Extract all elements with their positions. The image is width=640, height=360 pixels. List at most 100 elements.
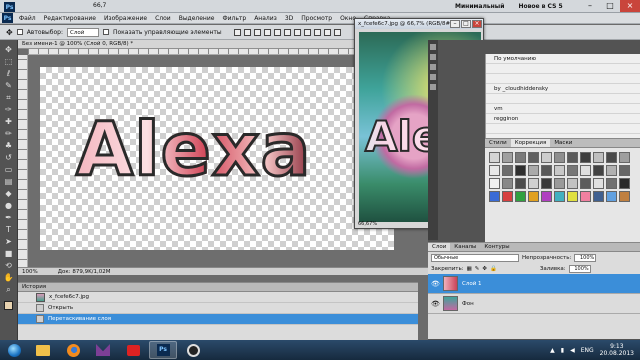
tab-adjustments[interactable]: Коррекция — [510, 139, 551, 147]
style-swatch[interactable] — [567, 191, 578, 202]
style-swatch[interactable] — [554, 191, 565, 202]
distribute-top-icon[interactable] — [293, 28, 301, 36]
stamp-tool-icon[interactable]: ♣ — [3, 141, 15, 151]
align-bottom-icon[interactable] — [253, 28, 261, 36]
style-swatch[interactable] — [554, 178, 565, 189]
style-swatch[interactable] — [528, 152, 539, 163]
move-tool-icon[interactable]: ✥ — [3, 45, 15, 55]
panel-icon-history[interactable] — [430, 44, 436, 50]
preset-row[interactable]: По умолчанию — [486, 54, 640, 64]
show-controls-checkbox[interactable] — [102, 29, 109, 35]
style-swatch[interactable] — [528, 178, 539, 189]
preset-row[interactable]: regginon — [486, 114, 640, 124]
style-swatch[interactable] — [606, 191, 617, 202]
tray-arrow-icon[interactable]: ▲ — [550, 347, 555, 354]
style-swatch[interactable] — [619, 165, 630, 176]
align-left-icon[interactable] — [263, 28, 271, 36]
language-indicator[interactable]: ENG — [581, 347, 594, 354]
panel-icon-paragraph[interactable] — [430, 84, 436, 90]
blend-mode-dropdown[interactable]: Обычные — [431, 253, 519, 262]
style-swatch[interactable] — [593, 152, 604, 163]
workspace-new-cs5[interactable]: Новое в CS 5 — [518, 3, 562, 10]
style-swatch[interactable] — [541, 165, 552, 176]
style-swatch[interactable] — [567, 152, 578, 163]
style-swatch[interactable] — [541, 178, 552, 189]
canvas-text-layer[interactable]: Alexa — [75, 106, 312, 195]
style-swatch[interactable] — [528, 191, 539, 202]
style-swatch[interactable] — [502, 165, 513, 176]
visibility-eye-icon[interactable]: 👁 — [431, 300, 440, 308]
preset-row[interactable] — [486, 124, 640, 134]
style-swatch[interactable] — [489, 165, 500, 176]
lock-position-icon[interactable]: ✥ — [482, 266, 487, 272]
network-icon[interactable]: ▮ — [561, 347, 564, 354]
preset-row[interactable] — [486, 64, 640, 74]
style-swatch[interactable] — [619, 191, 630, 202]
preset-row[interactable]: by _cloudhiddensky — [486, 84, 640, 94]
start-button[interactable] — [0, 340, 28, 360]
style-swatch[interactable] — [593, 165, 604, 176]
distribute-left-icon[interactable] — [323, 28, 331, 36]
dodge-tool-icon[interactable]: ● — [3, 201, 15, 211]
close-button[interactable]: × — [620, 0, 640, 12]
float-maximize-button[interactable]: □ — [461, 20, 471, 28]
align-center-icon[interactable] — [273, 28, 281, 36]
zoom-level[interactable]: 66,7 — [93, 2, 106, 9]
marquee-tool-icon[interactable]: ⬚ — [3, 57, 15, 67]
style-swatch[interactable] — [489, 178, 500, 189]
menu-image[interactable]: Изображение — [100, 15, 151, 22]
healing-tool-icon[interactable]: ✚ — [3, 117, 15, 127]
style-swatch[interactable] — [606, 178, 617, 189]
status-zoom[interactable]: 100% — [22, 268, 38, 275]
pen-tool-icon[interactable]: ✒ — [3, 213, 15, 223]
foreground-color-swatch[interactable] — [4, 301, 13, 310]
tab-channels[interactable]: Каналы — [450, 243, 480, 251]
preset-row[interactable] — [486, 94, 640, 104]
align-middle-icon[interactable] — [243, 28, 251, 36]
style-swatch[interactable] — [541, 191, 552, 202]
style-swatch[interactable] — [606, 165, 617, 176]
menu-filter[interactable]: Фильтр — [218, 15, 250, 22]
layer-row[interactable]: 👁 Слой 1 — [428, 274, 640, 294]
menu-3d[interactable]: 3D — [281, 15, 297, 22]
preset-row[interactable]: vm — [486, 104, 640, 114]
tab-paths[interactable]: Контуры — [480, 243, 513, 251]
document-canvas[interactable]: Alexa — [40, 67, 394, 250]
history-brush-tool-icon[interactable]: ↺ — [3, 153, 15, 163]
style-swatch[interactable] — [515, 165, 526, 176]
style-swatch[interactable] — [515, 191, 526, 202]
style-swatch[interactable] — [502, 178, 513, 189]
style-swatch[interactable] — [606, 152, 617, 163]
hand-tool-icon[interactable]: ✋ — [3, 273, 15, 283]
distribute-bottom-icon[interactable] — [313, 28, 321, 36]
tab-styles[interactable]: Стили — [485, 139, 511, 147]
style-swatch[interactable] — [567, 178, 578, 189]
type-tool-icon[interactable]: T — [3, 225, 15, 235]
style-swatch[interactable] — [580, 178, 591, 189]
distribute-center-icon[interactable] — [333, 28, 341, 36]
taskbar-media[interactable] — [119, 341, 147, 359]
style-swatch[interactable] — [580, 191, 591, 202]
autoselect-checkbox[interactable] — [16, 29, 23, 35]
menu-file[interactable]: Файл — [15, 15, 40, 22]
gradient-tool-icon[interactable]: ▤ — [3, 177, 15, 187]
style-swatch[interactable] — [554, 165, 565, 176]
fill-input[interactable]: 100% — [568, 264, 591, 273]
panel-icon-brushes[interactable] — [430, 54, 436, 60]
shape-tool-icon[interactable]: ■ — [3, 249, 15, 259]
maximize-button[interactable]: □ — [600, 0, 620, 12]
layer-name[interactable]: Слой 1 — [462, 281, 482, 287]
lock-transparency-icon[interactable]: ▦ — [467, 266, 472, 272]
style-swatch[interactable] — [489, 191, 500, 202]
blur-tool-icon[interactable]: ◆ — [3, 189, 15, 199]
style-swatch[interactable] — [528, 165, 539, 176]
lock-image-icon[interactable]: ✎ — [475, 266, 480, 272]
document-tab[interactable]: Без имени-1 @ 100% (Слой 0, RGB/8) * — [18, 40, 358, 49]
style-swatch[interactable] — [515, 152, 526, 163]
menu-analysis[interactable]: Анализ — [250, 15, 281, 22]
panel-icon-clone[interactable] — [430, 64, 436, 70]
style-swatch[interactable] — [489, 152, 500, 163]
lasso-tool-icon[interactable]: ℓ — [3, 69, 15, 79]
style-swatch[interactable] — [580, 165, 591, 176]
floating-window-title[interactable]: x_fcefe6c7.jpg @ 66,7% (RGB/8#) – □ × — [355, 19, 483, 29]
